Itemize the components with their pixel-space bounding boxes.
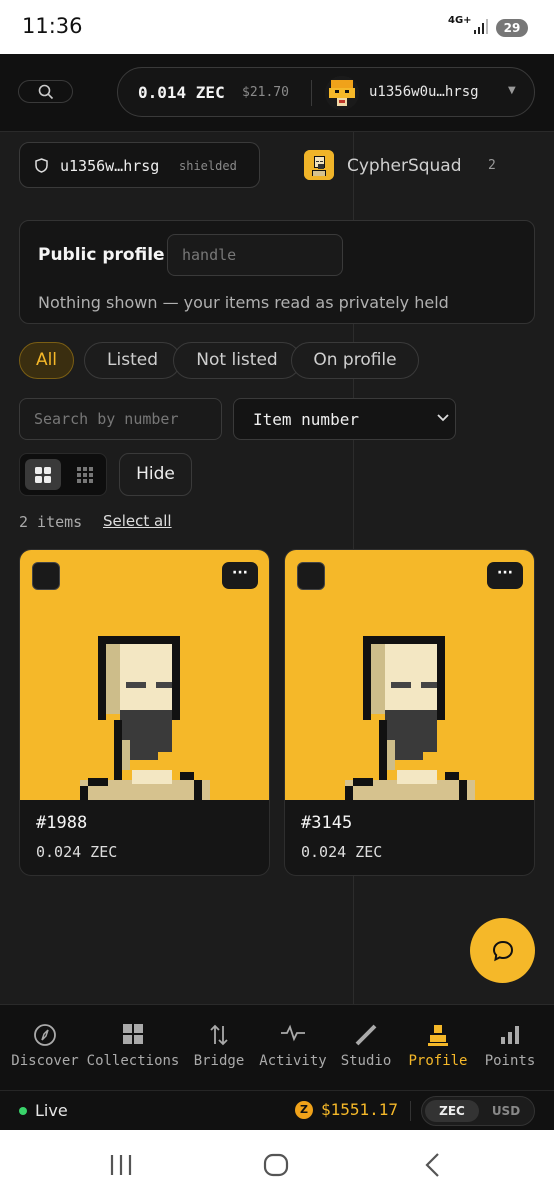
zec-coin-icon: Z	[295, 1101, 313, 1119]
network-indicator: 4G+	[448, 15, 472, 26]
signal-icon	[474, 19, 488, 34]
number-search-input[interactable]	[19, 398, 222, 440]
wallet-address: u1356w0u…hrsg	[369, 84, 479, 100]
public-profile-card: Public profile Nothing shown — your item…	[19, 220, 535, 324]
live-indicator	[19, 1107, 27, 1115]
handle-input[interactable]	[167, 234, 343, 276]
divider	[311, 80, 312, 106]
sort-value: Item number	[253, 410, 359, 429]
collection-icon	[304, 150, 334, 180]
small-grid-button[interactable]	[67, 459, 103, 490]
filter-listed[interactable]: Listed	[84, 342, 181, 379]
filter-not-listed[interactable]: Not listed	[173, 342, 301, 379]
nav-label: Studio	[340, 1053, 392, 1069]
recents-icon[interactable]	[108, 1152, 134, 1178]
status-bar: 11:36 4G+ 29	[0, 0, 554, 54]
compass-icon	[34, 1024, 56, 1046]
select-all-link[interactable]: Select all	[103, 512, 172, 530]
nav-label: Profile	[408, 1053, 468, 1069]
filter-all[interactable]: All	[19, 342, 74, 379]
user-icon	[428, 1025, 448, 1046]
more-options-button[interactable]: ···	[487, 562, 523, 589]
bar-chart-icon	[501, 1026, 519, 1044]
select-checkbox[interactable]	[297, 562, 325, 590]
account-chip[interactable]: u1356w…hrsg shielded	[19, 142, 260, 188]
divider	[410, 1101, 411, 1121]
currency-usd[interactable]: USD	[479, 1100, 533, 1122]
large-grid-button[interactable]	[25, 459, 61, 490]
item-number: #3145	[301, 813, 353, 833]
wallet-usd: $21.70	[242, 85, 289, 100]
zec-price: $1551.17	[321, 1100, 399, 1119]
bottom-nav: Discover Collections Bridge Activity Stu…	[0, 1004, 554, 1090]
more-options-button[interactable]: ···	[222, 562, 258, 589]
grid-large-icon	[35, 466, 51, 483]
nav-points[interactable]: Points	[480, 1005, 540, 1091]
app-screen: 0.014 ZEC $21.70 u1356w0u…hrsg ▼ u1356w……	[0, 54, 554, 1130]
nav-label: Discover	[11, 1053, 79, 1069]
nav-profile[interactable]: Profile	[404, 1005, 472, 1091]
items-count: 2 items	[19, 513, 83, 531]
live-label: Live	[35, 1101, 68, 1120]
status-time: 11:36	[22, 14, 83, 38]
nav-label: Activity	[259, 1053, 327, 1069]
item-card[interactable]: ··· #3145 0.024 ZEC	[284, 549, 535, 876]
nav-label: Bridge	[193, 1053, 245, 1069]
arrows-updown-icon	[210, 1024, 228, 1046]
select-checkbox[interactable]	[32, 562, 60, 590]
hide-button[interactable]: Hide	[119, 453, 192, 496]
sort-select[interactable]: Item number	[233, 398, 456, 440]
search-button[interactable]	[18, 80, 73, 103]
item-price: 0.024 ZEC	[36, 843, 118, 861]
view-toggle	[19, 453, 107, 496]
profile-note: Nothing shown — your items read as priva…	[38, 293, 449, 312]
system-nav-bar	[0, 1130, 554, 1200]
chat-bubble-icon	[492, 940, 513, 961]
nav-label: Points	[484, 1053, 536, 1069]
public-profile-label: Public profile	[38, 245, 165, 265]
item-number: #1988	[36, 813, 88, 833]
nav-bridge[interactable]: Bridge	[189, 1005, 249, 1091]
shield-icon	[35, 158, 48, 173]
shielded-badge: shielded	[179, 159, 237, 173]
nav-collections[interactable]: Collections	[84, 1005, 182, 1091]
nav-studio[interactable]: Studio	[336, 1005, 396, 1091]
live-bar: Live Z $1551.17 ZEC USD	[0, 1090, 554, 1130]
currency-zec[interactable]: ZEC	[425, 1100, 479, 1122]
wallet-button[interactable]: 0.014 ZEC $21.70 u1356w0u…hrsg ▼	[117, 67, 535, 117]
chevron-down-icon	[437, 414, 449, 422]
battery-indicator: 29	[496, 19, 528, 37]
back-icon[interactable]	[420, 1152, 446, 1178]
collection-name: CypherSquad	[347, 156, 462, 176]
filter-on-profile[interactable]: On profile	[291, 342, 419, 379]
chat-button[interactable]	[470, 918, 535, 983]
chevron-down-icon: ▼	[508, 85, 516, 96]
item-price: 0.024 ZEC	[301, 843, 383, 861]
wallet-balance: 0.014 ZEC	[138, 83, 225, 102]
search-icon	[38, 84, 53, 99]
currency-toggle: ZEC USD	[421, 1096, 535, 1126]
nav-activity[interactable]: Activity	[256, 1005, 330, 1091]
item-card[interactable]: ··· #1988 0.024 ZEC	[19, 549, 270, 876]
grid-icon	[123, 1024, 143, 1044]
collection-count: 2	[488, 158, 496, 173]
account-address: u1356w…hrsg	[60, 157, 160, 175]
home-icon[interactable]	[263, 1152, 289, 1178]
avatar	[325, 76, 359, 110]
pulse-icon	[281, 1024, 305, 1042]
nav-label: Collections	[86, 1053, 180, 1069]
grid-small-icon	[77, 466, 93, 483]
top-bar: 0.014 ZEC $21.70 u1356w0u…hrsg ▼	[0, 54, 554, 132]
pen-icon	[355, 1024, 377, 1046]
nav-discover[interactable]: Discover	[6, 1005, 84, 1091]
